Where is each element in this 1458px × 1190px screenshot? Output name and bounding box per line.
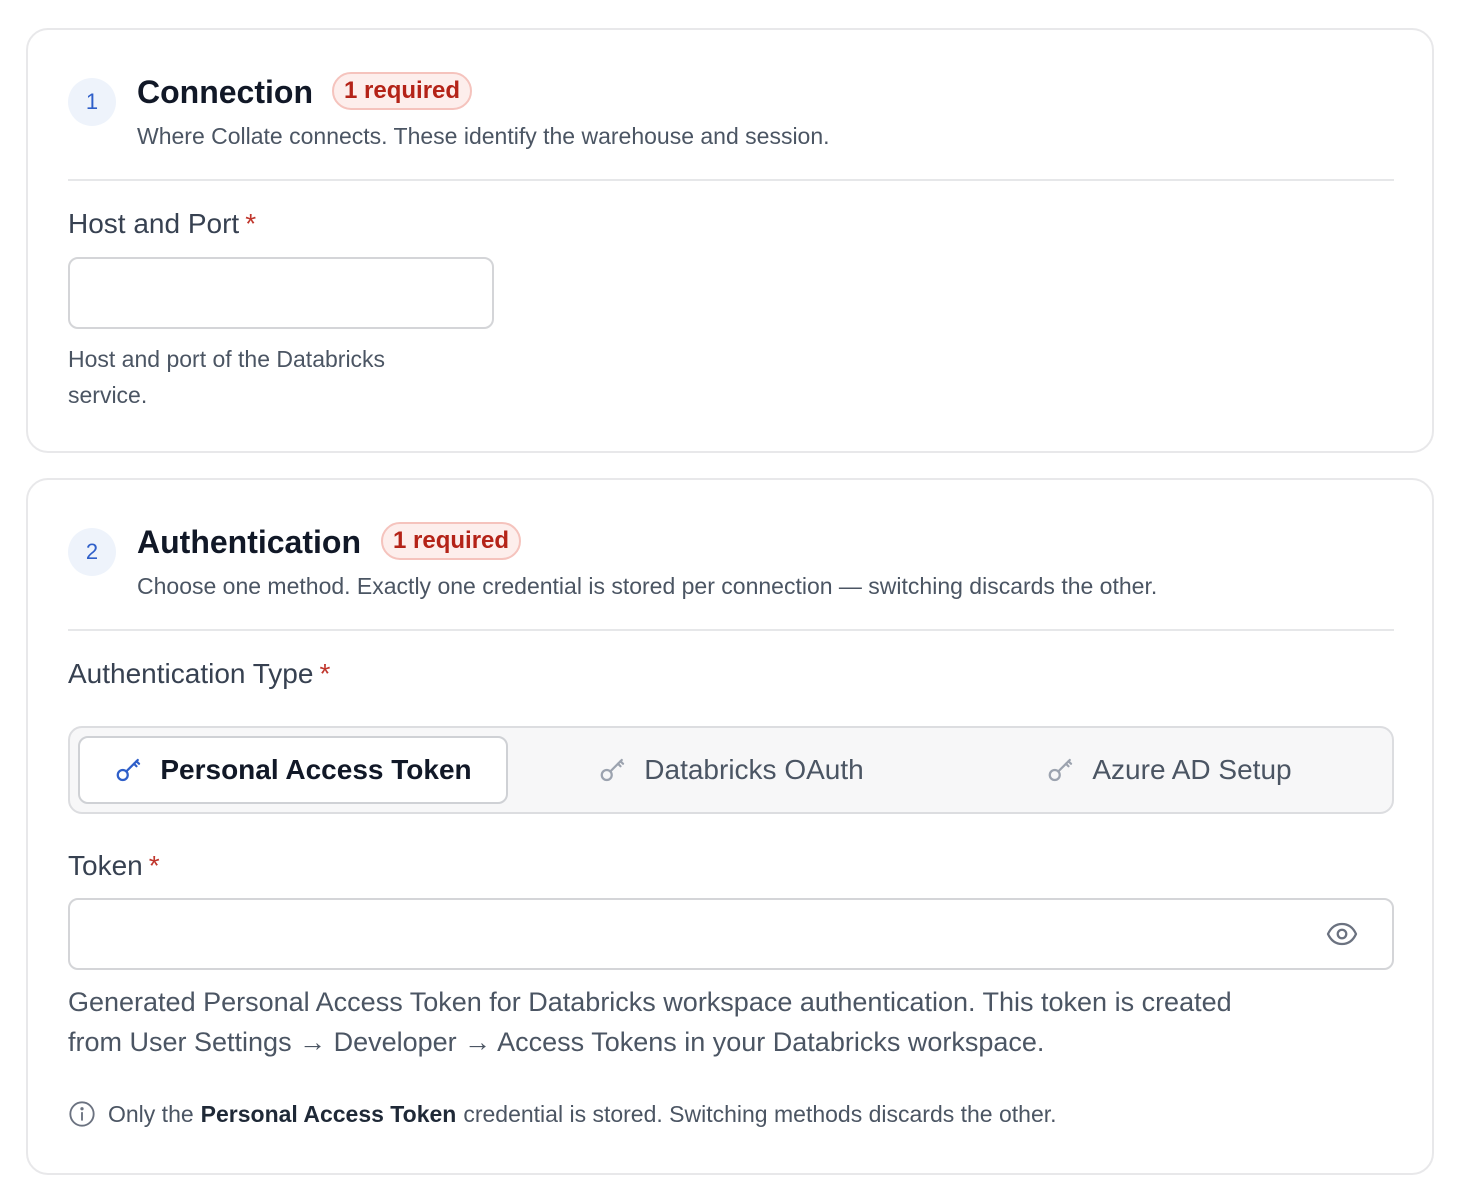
required-asterisk: * [148,850,160,881]
auth-option-azure-ad-setup[interactable]: Azure AD Setup [954,736,1384,804]
required-asterisk: * [319,658,331,689]
authentication-description: Choose one method. Exactly one credentia… [137,573,1158,599]
host-port-input[interactable] [68,257,494,329]
connection-section: 1 Connection 1 required Where Collate co… [26,28,1434,453]
section-divider [68,179,1394,181]
token-label: Token * [68,850,160,881]
required-count-badge: 1 required [381,522,522,560]
host-port-label: Host and Port * [68,208,257,239]
auth-option-databricks-oauth[interactable]: Databricks OAuth [526,736,936,804]
auth-type-label: Authentication Type * [68,658,331,689]
section-divider [68,629,1394,631]
connection-description: Where Collate connects. These identify t… [137,123,830,149]
info-icon [69,1101,95,1127]
step-number-badge: 2 [68,528,116,576]
key-icon [1049,758,1073,782]
key-icon [116,758,141,782]
required-count-badge: 1 required [332,72,473,110]
selected-method-name: Personal Access Token [200,1100,457,1127]
auth-type-segmented-control: Personal Access Token Databricks OAuth A… [68,726,1394,814]
credential-storage-note: Only the Personal Access Token credentia… [68,1100,1057,1128]
token-help-text: Generated Personal Access Token for Data… [68,987,1232,1057]
show-password-eye-icon[interactable] [1324,918,1360,950]
connection-title: Connection [137,74,313,110]
auth-option-personal-access-token[interactable]: Personal Access Token [78,736,508,804]
key-icon [600,758,625,782]
host-port-help-text: Host and port of the Databricks service. [68,346,386,408]
step-number-badge: 1 [68,78,116,126]
authentication-section: 2 Authentication 1 required Choose one m… [26,478,1434,1175]
authentication-title: Authentication [137,524,361,560]
required-asterisk: * [245,208,257,239]
token-input[interactable] [68,898,1394,970]
